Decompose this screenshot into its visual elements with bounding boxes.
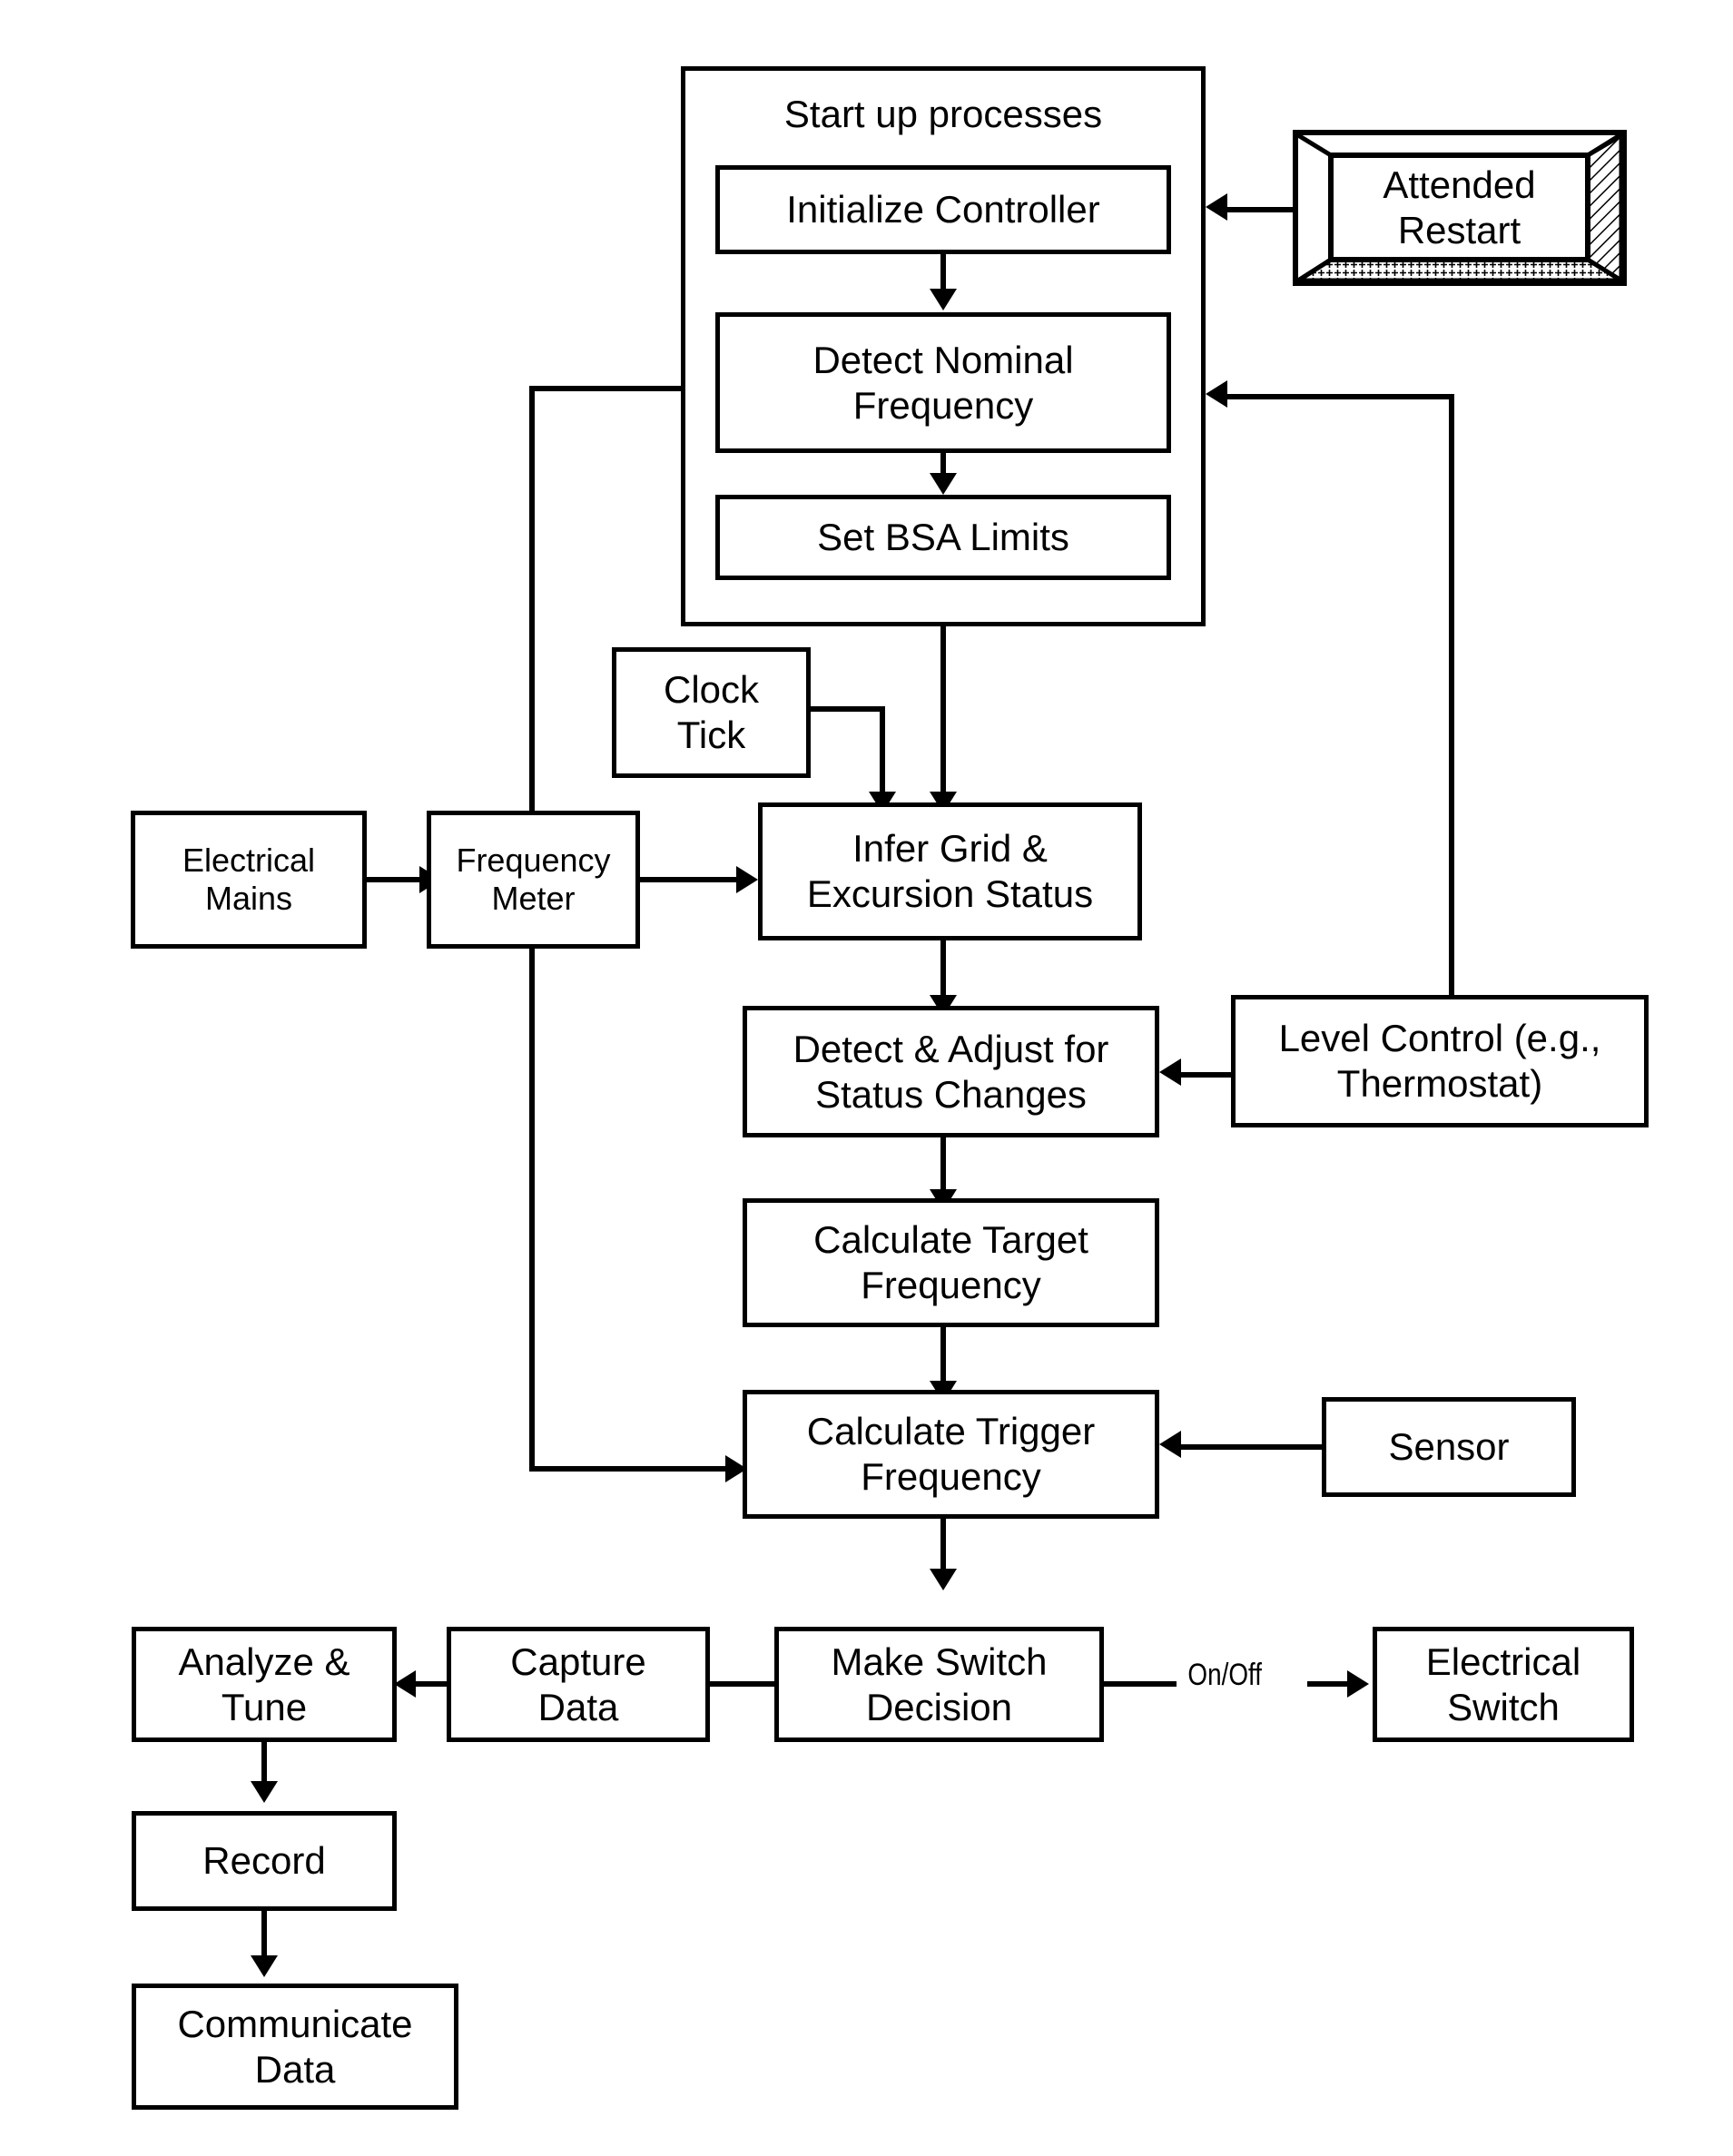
node-sensor[interactable]: Sensor <box>1322 1397 1576 1497</box>
edge-meter-to-infer <box>640 877 742 882</box>
node-level-control[interactable]: Level Control (e.g., Thermostat) <box>1231 995 1649 1127</box>
arrowhead-restart-to-init <box>1206 193 1227 221</box>
edge-label-on-off: On/Off <box>1180 1658 1270 1693</box>
edge-sensor-to-trigger <box>1180 1444 1325 1450</box>
node-calculate-trigger-line1: Calculate Trigger <box>806 1410 1096 1453</box>
arrowhead-analyze-to-record <box>251 1781 278 1803</box>
node-capture-data-line1: Capture <box>510 1639 646 1683</box>
edge-startup-feedback-bottom <box>529 1466 731 1472</box>
arrowhead-level-control-to-detect <box>1206 380 1227 408</box>
node-level-control-line1: Level Control (e.g., <box>1278 1017 1601 1060</box>
edge-level-control-to-detect-adjust <box>1180 1072 1235 1078</box>
arrowhead-level-control-to-detect-adjust <box>1159 1058 1181 1086</box>
node-attended-restart-text: Attended Restart <box>1331 155 1588 260</box>
node-set-bsa-limits-label: Set BSA Limits <box>817 516 1069 559</box>
node-clock-tick[interactable]: Clock Tick <box>612 647 811 778</box>
edge-restart-to-init <box>1227 207 1298 212</box>
arrowhead-sensor-to-trigger <box>1159 1431 1181 1458</box>
node-calculate-trigger-line2: Frequency <box>861 1455 1041 1498</box>
arrowhead-init-to-detect <box>930 289 957 310</box>
node-detect-adjust-line2: Status Changes <box>815 1072 1087 1116</box>
startup-processes-title: Start up processes <box>783 93 1103 135</box>
node-sensor-label: Sensor <box>1388 1425 1510 1469</box>
node-calculate-trigger-frequency[interactable]: Calculate Trigger Frequency <box>743 1390 1159 1519</box>
arrowhead-on-off-to-electrical-switch <box>1347 1670 1369 1698</box>
node-detect-nominal-frequency-line1: Detect Nominal <box>812 338 1074 381</box>
node-infer-grid-line1: Infer Grid & <box>852 827 1048 871</box>
edge-switch-decision-out <box>1104 1681 1177 1687</box>
edge-mains-to-meter <box>367 877 425 882</box>
node-electrical-switch-line1: Electrical <box>1425 1639 1581 1683</box>
arrowhead-capture-to-analyze <box>394 1670 416 1698</box>
arrowhead-meter-to-infer <box>736 866 758 893</box>
node-calculate-target-frequency[interactable]: Calculate Target Frequency <box>743 1198 1159 1327</box>
node-clock-tick-line1: Clock <box>663 668 760 712</box>
edge-clock-tick-horiz <box>808 706 885 712</box>
node-communicate-data-line1: Communicate <box>177 2002 413 2045</box>
node-initialize-controller[interactable]: Initialize Controller <box>715 165 1171 254</box>
node-frequency-meter-line2: Meter <box>491 880 576 917</box>
node-calculate-target-line2: Frequency <box>861 1264 1041 1306</box>
node-communicate-data[interactable]: Communicate Data <box>132 1984 458 2110</box>
node-infer-grid-excursion-status[interactable]: Infer Grid & Excursion Status <box>758 802 1142 940</box>
node-attended-restart-line1: Attended <box>1383 162 1536 206</box>
node-electrical-mains-line1: Electrical <box>182 841 316 879</box>
edge-on-off-to-electrical-switch <box>1307 1681 1353 1687</box>
node-frequency-meter[interactable]: Frequency Meter <box>427 811 640 949</box>
node-capture-data-line2: Data <box>537 1685 619 1728</box>
edge-level-control-up-horiz <box>1227 394 1454 399</box>
node-detect-adjust-line1: Detect & Adjust for <box>793 1027 1109 1070</box>
node-detect-nominal-frequency[interactable]: Detect Nominal Frequency <box>715 312 1171 453</box>
arrowhead-detect-to-bsa <box>930 473 957 495</box>
node-capture-data[interactable]: Capture Data <box>447 1627 710 1742</box>
node-record[interactable]: Record <box>132 1811 397 1911</box>
node-make-switch-decision-line2: Decision <box>865 1685 1013 1728</box>
node-detect-adjust-status-changes[interactable]: Detect & Adjust for Status Changes <box>743 1006 1159 1137</box>
node-electrical-mains[interactable]: Electrical Mains <box>131 811 367 949</box>
node-communicate-data-line2: Data <box>254 2047 336 2091</box>
node-detect-nominal-frequency-line2: Frequency <box>852 383 1034 427</box>
node-electrical-switch-line2: Switch <box>1447 1685 1560 1728</box>
node-initialize-controller-label: Initialize Controller <box>786 188 1100 231</box>
edge-level-control-up-vert <box>1449 394 1454 995</box>
node-electrical-switch[interactable]: Electrical Switch <box>1373 1627 1634 1742</box>
arrowhead-trigger-to-switch-decision <box>930 1569 957 1590</box>
node-analyze-tune-line2: Tune <box>221 1685 308 1728</box>
node-infer-grid-line2: Excursion Status <box>806 872 1094 915</box>
node-set-bsa-limits[interactable]: Set BSA Limits <box>715 495 1171 580</box>
node-clock-tick-line2: Tick <box>676 714 746 756</box>
arrowhead-record-to-communicate <box>251 1955 278 1977</box>
node-electrical-mains-line2: Mains <box>204 880 293 917</box>
node-frequency-meter-line1: Frequency <box>456 841 611 879</box>
node-record-label: Record <box>202 1839 326 1883</box>
node-level-control-line2: Thermostat) <box>1336 1062 1543 1105</box>
edge-clock-tick-vert <box>880 706 885 797</box>
node-analyze-tune-line1: Analyze & <box>178 1639 350 1683</box>
node-calculate-target-line1: Calculate Target <box>813 1218 1088 1262</box>
flowchart-canvas: Start up processes Initialize Controller… <box>0 0 1733 2156</box>
node-attended-restart[interactable]: Attended Restart <box>1293 130 1627 286</box>
node-make-switch-decision[interactable]: Make Switch Decision <box>774 1627 1104 1742</box>
edge-startup-to-infer <box>940 626 946 802</box>
node-analyze-tune[interactable]: Analyze & Tune <box>132 1627 397 1742</box>
edge-startup-feedback-top <box>529 386 684 391</box>
node-attended-restart-line2: Restart <box>1397 208 1521 251</box>
node-make-switch-decision-line1: Make Switch <box>831 1639 1048 1683</box>
